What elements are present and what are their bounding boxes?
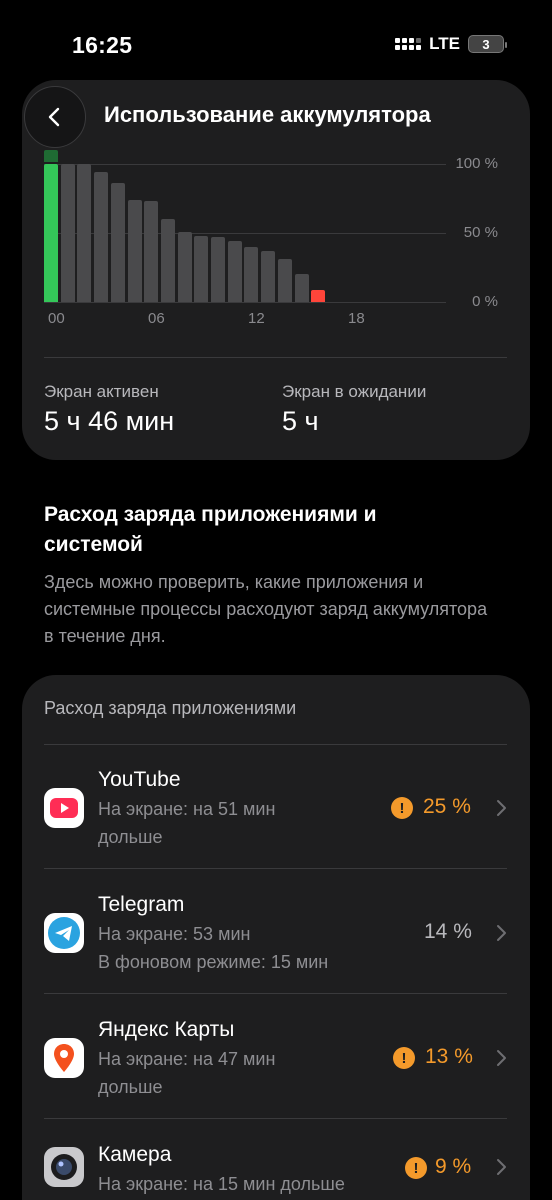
app-name: Telegram — [98, 893, 185, 916]
chart-bar — [144, 201, 159, 302]
app-name: Камера — [98, 1143, 172, 1166]
screen-on-label: Экран активен — [44, 382, 159, 401]
chart-bar — [294, 274, 309, 302]
chart-gridline — [44, 302, 446, 303]
screen-idle-value: 5 ч — [282, 406, 319, 436]
back-button[interactable] — [24, 86, 86, 148]
y-tick-label: 50 % — [463, 224, 498, 241]
app-percent: 13 % — [425, 1045, 473, 1068]
x-tick-label: 00 — [48, 310, 65, 327]
chevron-left-icon — [48, 107, 60, 127]
chart-gridline — [44, 164, 446, 165]
warning-icon: ! — [391, 797, 413, 819]
chart-bar-overflow — [44, 150, 58, 162]
app-percent: 25 % — [423, 795, 471, 818]
youtube-icon — [44, 788, 84, 828]
status-time: 16:25 — [72, 32, 133, 58]
y-tick-label: 100 % — [455, 155, 498, 172]
screen-on-value: 5 ч 46 мин — [44, 406, 175, 436]
chart-bar — [94, 172, 109, 302]
divider — [44, 1118, 507, 1119]
camera-icon — [44, 1147, 84, 1187]
telegram-icon — [44, 913, 84, 953]
screen-idle-label: Экран в ожидании — [282, 382, 427, 401]
divider — [44, 993, 507, 994]
app-usage-card-title: Расход заряда приложениями — [44, 698, 297, 718]
chart-bar — [177, 231, 192, 302]
divider — [44, 744, 507, 745]
app-usage-line: На экране: на 51 мин — [98, 799, 276, 819]
chart-bar — [194, 235, 209, 302]
chart-bar — [60, 164, 75, 302]
app-usage-line: В фоновом режиме: 15 мин — [98, 952, 329, 972]
battery-level: 3 — [482, 36, 490, 52]
chart-bar — [160, 219, 175, 302]
app-name: YouTube — [98, 768, 181, 791]
y-tick-label: 0 % — [472, 293, 498, 310]
divider — [44, 357, 507, 358]
yandex-maps-icon — [44, 1038, 84, 1078]
app-percent: 14 % — [424, 920, 472, 943]
app-row-yandex-maps[interactable]: Яндекс Карты На экране: на 47 мин дольше… — [22, 1010, 530, 1118]
app-percent: 9 % — [435, 1155, 472, 1178]
x-tick-label: 18 — [348, 310, 365, 327]
divider — [44, 868, 507, 869]
chart-bar — [311, 289, 326, 302]
app-usage-line: дольше — [98, 827, 163, 847]
chart-bar — [127, 199, 142, 302]
app-row-camera[interactable]: Камера На экране: на 15 мин дольше ! 9 % — [22, 1135, 530, 1200]
cellular-signal-icon — [395, 38, 422, 50]
warning-icon: ! — [405, 1157, 427, 1179]
chevron-right-icon — [497, 1159, 506, 1175]
network-type: LTE — [429, 34, 460, 53]
chart-bar — [211, 237, 225, 302]
section-description: Здесь можно проверить, какие приложения … — [44, 572, 488, 646]
x-tick-label: 12 — [248, 310, 265, 327]
app-name: Яндекс Карты — [98, 1018, 235, 1041]
chart-bar — [261, 250, 276, 302]
app-usage-line: На экране: 53 мин — [98, 924, 251, 944]
app-usage-line: На экране: на 47 мин — [98, 1049, 276, 1069]
section-heading: Расход заряда приложениями и системой — [44, 503, 377, 556]
battery-icon: 3 — [468, 35, 507, 53]
chart-bar — [77, 164, 92, 302]
app-row-youtube[interactable]: YouTube На экране: на 51 мин дольше ! 25… — [22, 760, 530, 868]
chart-bar — [110, 183, 125, 302]
status-indicators: LTE 3 — [395, 34, 507, 54]
x-tick-label: 06 — [148, 310, 165, 327]
warning-icon: ! — [393, 1047, 415, 1069]
chart-bar — [277, 259, 292, 302]
status-bar: 16:25 LTE 3 — [0, 0, 552, 90]
chart-bar — [244, 246, 259, 302]
chevron-right-icon — [497, 925, 506, 941]
chart-bar — [44, 164, 58, 302]
app-usage-line: На экране: на 15 мин дольше — [98, 1174, 345, 1194]
chevron-right-icon — [497, 1050, 506, 1066]
chart-bar — [227, 241, 242, 302]
app-row-telegram[interactable]: Telegram На экране: 53 мин В фоновом реж… — [22, 885, 530, 993]
chevron-right-icon — [497, 800, 506, 816]
page-title: Использование аккумулятора — [104, 102, 431, 127]
app-usage-line: дольше — [98, 1077, 163, 1097]
